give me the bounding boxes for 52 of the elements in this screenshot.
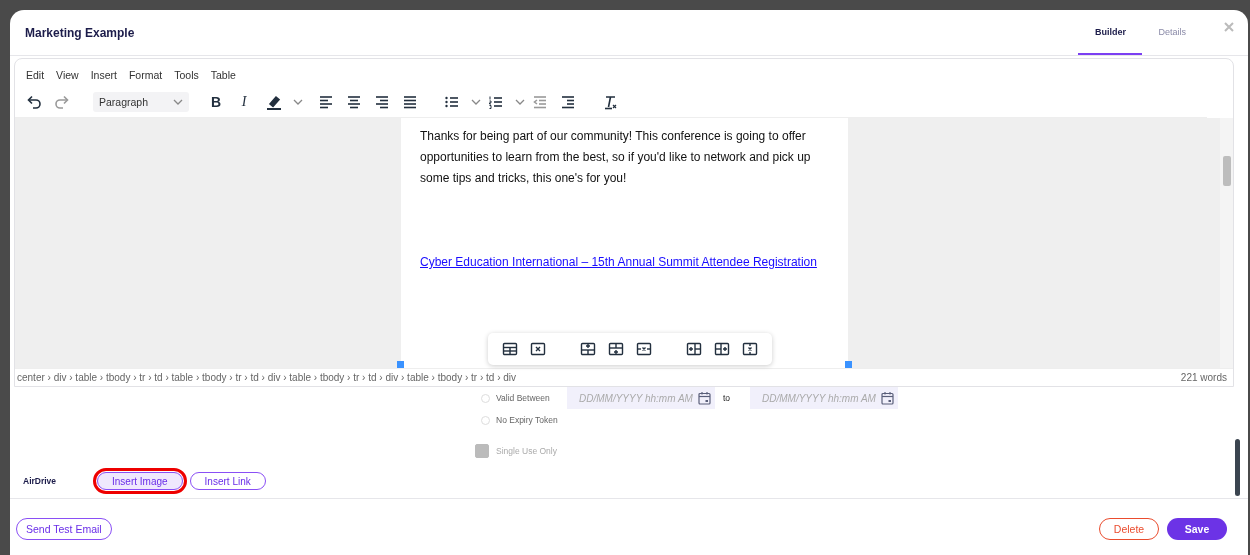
checkbox-label: Single Use Only — [496, 446, 557, 456]
menu-item[interactable]: Table — [210, 69, 236, 87]
menu-item[interactable]: Tools — [174, 69, 199, 87]
chevron-down-icon[interactable] — [293, 99, 303, 105]
align-left-icon[interactable] — [317, 93, 335, 111]
chevron-down-icon[interactable] — [515, 99, 525, 105]
element-path: center › div › table › tbody › tr › td › table › tbody › tr › td › div › table › tbody › tr › td › div › table › tbody › tr › td › div — [17, 372, 517, 383]
table-properties-icon[interactable] — [502, 341, 518, 357]
delete-column-icon[interactable] — [742, 341, 758, 357]
italic-button[interactable]: I — [237, 94, 251, 110]
indent-icon[interactable] — [559, 93, 577, 111]
bold-button[interactable]: B — [209, 94, 223, 110]
outdent-icon[interactable] — [531, 93, 549, 111]
window-title: Marketing Example — [25, 25, 136, 40]
scrollbar-thumb[interactable] — [1235, 439, 1240, 496]
resize-handle[interactable] — [845, 361, 852, 368]
insert-column-before-icon[interactable] — [686, 341, 702, 357]
block-format-select[interactable]: Paragraph — [93, 92, 189, 112]
insert-row-after-icon[interactable] — [608, 341, 624, 357]
justify-icon[interactable] — [401, 93, 419, 111]
menu-item[interactable]: View — [56, 69, 79, 87]
calendar-icon[interactable] — [881, 391, 894, 405]
delete-table-icon[interactable] — [530, 341, 546, 357]
paragraph: Thanks for being part of our community! This conference is going to offer opportunities to learn from the best, so if you'd like to network and pick up some tips and tricks, this one's for you! — [420, 128, 812, 187]
align-center-icon[interactable] — [345, 93, 363, 111]
registration-link[interactable]: Cyber Education International – 15th Annual Summit Attendee Registration — [420, 255, 817, 269]
insert-column-after-icon[interactable] — [714, 341, 730, 357]
scrollbar[interactable] — [1220, 118, 1233, 368]
word-count: 221 words — [1180, 372, 1227, 383]
chevron-down-icon[interactable] — [173, 99, 183, 105]
field-label: AirDrive — [23, 476, 58, 486]
delete-button[interactable]: Delete — [1099, 518, 1159, 540]
radio-label: No Expiry Token — [496, 415, 558, 425]
insert-row-before-icon[interactable] — [580, 341, 596, 357]
align-right-icon[interactable] — [373, 93, 391, 111]
highlighter-icon[interactable] — [265, 93, 283, 111]
chevron-down-icon[interactable] — [471, 99, 481, 105]
tab[interactable]: Details — [1142, 10, 1202, 55]
radio-label: Valid Between — [496, 393, 551, 403]
delete-row-icon[interactable] — [636, 341, 652, 357]
redo-icon[interactable] — [53, 93, 71, 111]
range-separator: to — [722, 393, 732, 403]
save-button[interactable]: Save — [1167, 518, 1227, 540]
menu-item[interactable]: Format — [128, 69, 163, 87]
tab[interactable]: Builder — [1078, 10, 1143, 55]
send-test-email-button[interactable]: Send Test Email — [16, 518, 112, 540]
menu-item[interactable]: Edit — [26, 69, 45, 87]
resize-handle[interactable] — [397, 361, 404, 368]
calendar-icon[interactable] — [698, 391, 711, 405]
insert-button[interactable]: Insert Link — [189, 472, 266, 490]
undo-icon[interactable] — [25, 93, 43, 111]
menu-item[interactable]: Insert — [90, 69, 117, 87]
